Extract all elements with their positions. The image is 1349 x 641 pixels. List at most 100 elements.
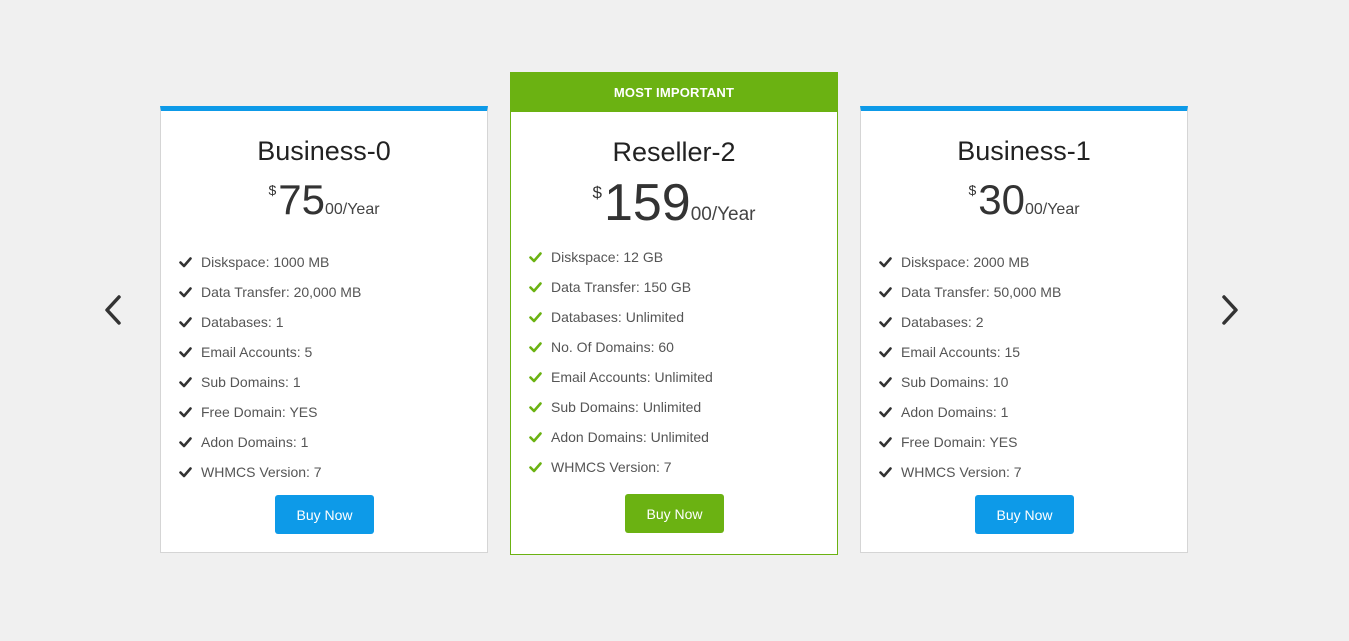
pricing-card-business-0: Business-0 $7500/Year Diskspace: 1000 MB… xyxy=(160,106,488,553)
feature-text: WHMCS Version: 7 xyxy=(901,464,1022,480)
check-icon xyxy=(178,435,192,449)
check-icon xyxy=(878,405,892,419)
check-icon xyxy=(528,460,542,474)
plan-price: $3000/Year xyxy=(861,176,1187,224)
check-icon xyxy=(178,465,192,479)
feature-text: Free Domain: YES xyxy=(201,404,318,420)
feature-item: Adon Domains: Unlimited xyxy=(528,422,713,452)
feature-text: Data Transfer: 20,000 MB xyxy=(201,284,362,300)
feature-text: Diskspace: 1000 MB xyxy=(201,254,330,270)
check-icon xyxy=(528,340,542,354)
feature-item: WHMCS Version: 7 xyxy=(528,452,713,482)
feature-list: Diskspace: 12 GB Data Transfer: 150 GB D… xyxy=(528,242,713,482)
feature-item: Adon Domains: 1 xyxy=(178,427,361,457)
price-currency: $ xyxy=(592,183,602,202)
feature-item: WHMCS Version: 7 xyxy=(878,457,1061,487)
chevron-right-icon xyxy=(1222,295,1238,325)
feature-item: Data Transfer: 50,000 MB xyxy=(878,277,1061,307)
check-icon xyxy=(528,400,542,414)
feature-item: Databases: Unlimited xyxy=(528,302,713,332)
buy-now-button[interactable]: Buy Now xyxy=(975,495,1074,534)
check-icon xyxy=(178,285,192,299)
feature-item: Email Accounts: 5 xyxy=(178,337,361,367)
feature-text: Sub Domains: 10 xyxy=(901,374,1009,390)
price-currency: $ xyxy=(968,182,977,198)
feature-text: Data Transfer: 150 GB xyxy=(551,279,692,295)
feature-item: Email Accounts: 15 xyxy=(878,337,1061,367)
check-icon xyxy=(878,285,892,299)
most-important-ribbon: MOST IMPORTANT xyxy=(510,72,838,112)
check-icon xyxy=(878,315,892,329)
check-icon xyxy=(528,430,542,444)
buy-now-button[interactable]: Buy Now xyxy=(625,494,724,533)
feature-item: Adon Domains: 1 xyxy=(878,397,1061,427)
feature-item: Diskspace: 12 GB xyxy=(528,242,713,272)
price-amount: 159 xyxy=(603,174,691,232)
pricing-card-business-1: Business-1 $3000/Year Diskspace: 2000 MB… xyxy=(860,106,1188,553)
check-icon xyxy=(528,370,542,384)
check-icon xyxy=(878,255,892,269)
carousel-next-button[interactable] xyxy=(1215,290,1245,330)
feature-text: Email Accounts: 15 xyxy=(901,344,1021,360)
price-amount: 30 xyxy=(978,176,1025,223)
plan-name: Reseller-2 xyxy=(612,137,736,167)
feature-text: Databases: 2 xyxy=(901,314,984,330)
feature-item: Diskspace: 2000 MB xyxy=(878,247,1061,277)
feature-text: Email Accounts: Unlimited xyxy=(551,369,713,385)
feature-item: Sub Domains: 10 xyxy=(878,367,1061,397)
plan-name: Business-0 xyxy=(257,136,391,166)
feature-item: Data Transfer: 150 GB xyxy=(528,272,713,302)
feature-text: Sub Domains: Unlimited xyxy=(551,399,702,415)
feature-item: Sub Domains: Unlimited xyxy=(528,392,713,422)
feature-text: Email Accounts: 5 xyxy=(201,344,313,360)
price-amount: 75 xyxy=(278,176,325,223)
feature-item: Email Accounts: Unlimited xyxy=(528,362,713,392)
check-icon xyxy=(178,345,192,359)
feature-text: No. Of Domains: 60 xyxy=(551,339,674,355)
feature-text: Adon Domains: Unlimited xyxy=(551,429,709,445)
check-icon xyxy=(178,255,192,269)
price-currency: $ xyxy=(268,182,277,198)
plan-name: Business-1 xyxy=(957,136,1091,166)
plan-price: $7500/Year xyxy=(161,176,487,224)
check-icon xyxy=(528,280,542,294)
feature-text: Data Transfer: 50,000 MB xyxy=(901,284,1062,300)
price-cents-period: 00/Year xyxy=(690,204,756,225)
feature-text: Sub Domains: 1 xyxy=(201,374,301,390)
carousel-prev-button[interactable] xyxy=(98,290,128,330)
check-icon xyxy=(878,345,892,359)
feature-text: Free Domain: YES xyxy=(901,434,1018,450)
pricing-card-reseller-2: MOST IMPORTANT Reseller-2 $15900/Year Di… xyxy=(510,72,838,555)
check-icon xyxy=(178,375,192,389)
check-icon xyxy=(878,435,892,449)
chevron-left-icon xyxy=(105,295,121,325)
price-cents-period: 00/Year xyxy=(1024,201,1080,218)
feature-item: Free Domain: YES xyxy=(878,427,1061,457)
check-icon xyxy=(528,250,542,264)
feature-text: Diskspace: 2000 MB xyxy=(901,254,1030,270)
feature-text: Databases: 1 xyxy=(201,314,284,330)
plan-price: $15900/Year xyxy=(511,175,837,231)
feature-text: Adon Domains: 1 xyxy=(201,434,309,450)
feature-list: Diskspace: 2000 MB Data Transfer: 50,000… xyxy=(878,247,1061,487)
feature-text: Adon Domains: 1 xyxy=(901,404,1009,420)
check-icon xyxy=(178,405,192,419)
feature-list: Diskspace: 1000 MB Data Transfer: 20,000… xyxy=(178,247,361,487)
feature-item: Databases: 2 xyxy=(878,307,1061,337)
feature-text: Databases: Unlimited xyxy=(551,309,685,325)
check-icon xyxy=(528,310,542,324)
feature-item: WHMCS Version: 7 xyxy=(178,457,361,487)
feature-item: Diskspace: 1000 MB xyxy=(178,247,361,277)
feature-text: Diskspace: 12 GB xyxy=(551,249,664,265)
feature-text: WHMCS Version: 7 xyxy=(201,464,322,480)
check-icon xyxy=(878,375,892,389)
buy-now-button[interactable]: Buy Now xyxy=(275,495,374,534)
feature-item: Sub Domains: 1 xyxy=(178,367,361,397)
price-cents-period: 00/Year xyxy=(324,201,380,218)
feature-item: No. Of Domains: 60 xyxy=(528,332,713,362)
feature-item: Data Transfer: 20,000 MB xyxy=(178,277,361,307)
check-icon xyxy=(178,315,192,329)
feature-item: Free Domain: YES xyxy=(178,397,361,427)
feature-item: Databases: 1 xyxy=(178,307,361,337)
check-icon xyxy=(878,465,892,479)
